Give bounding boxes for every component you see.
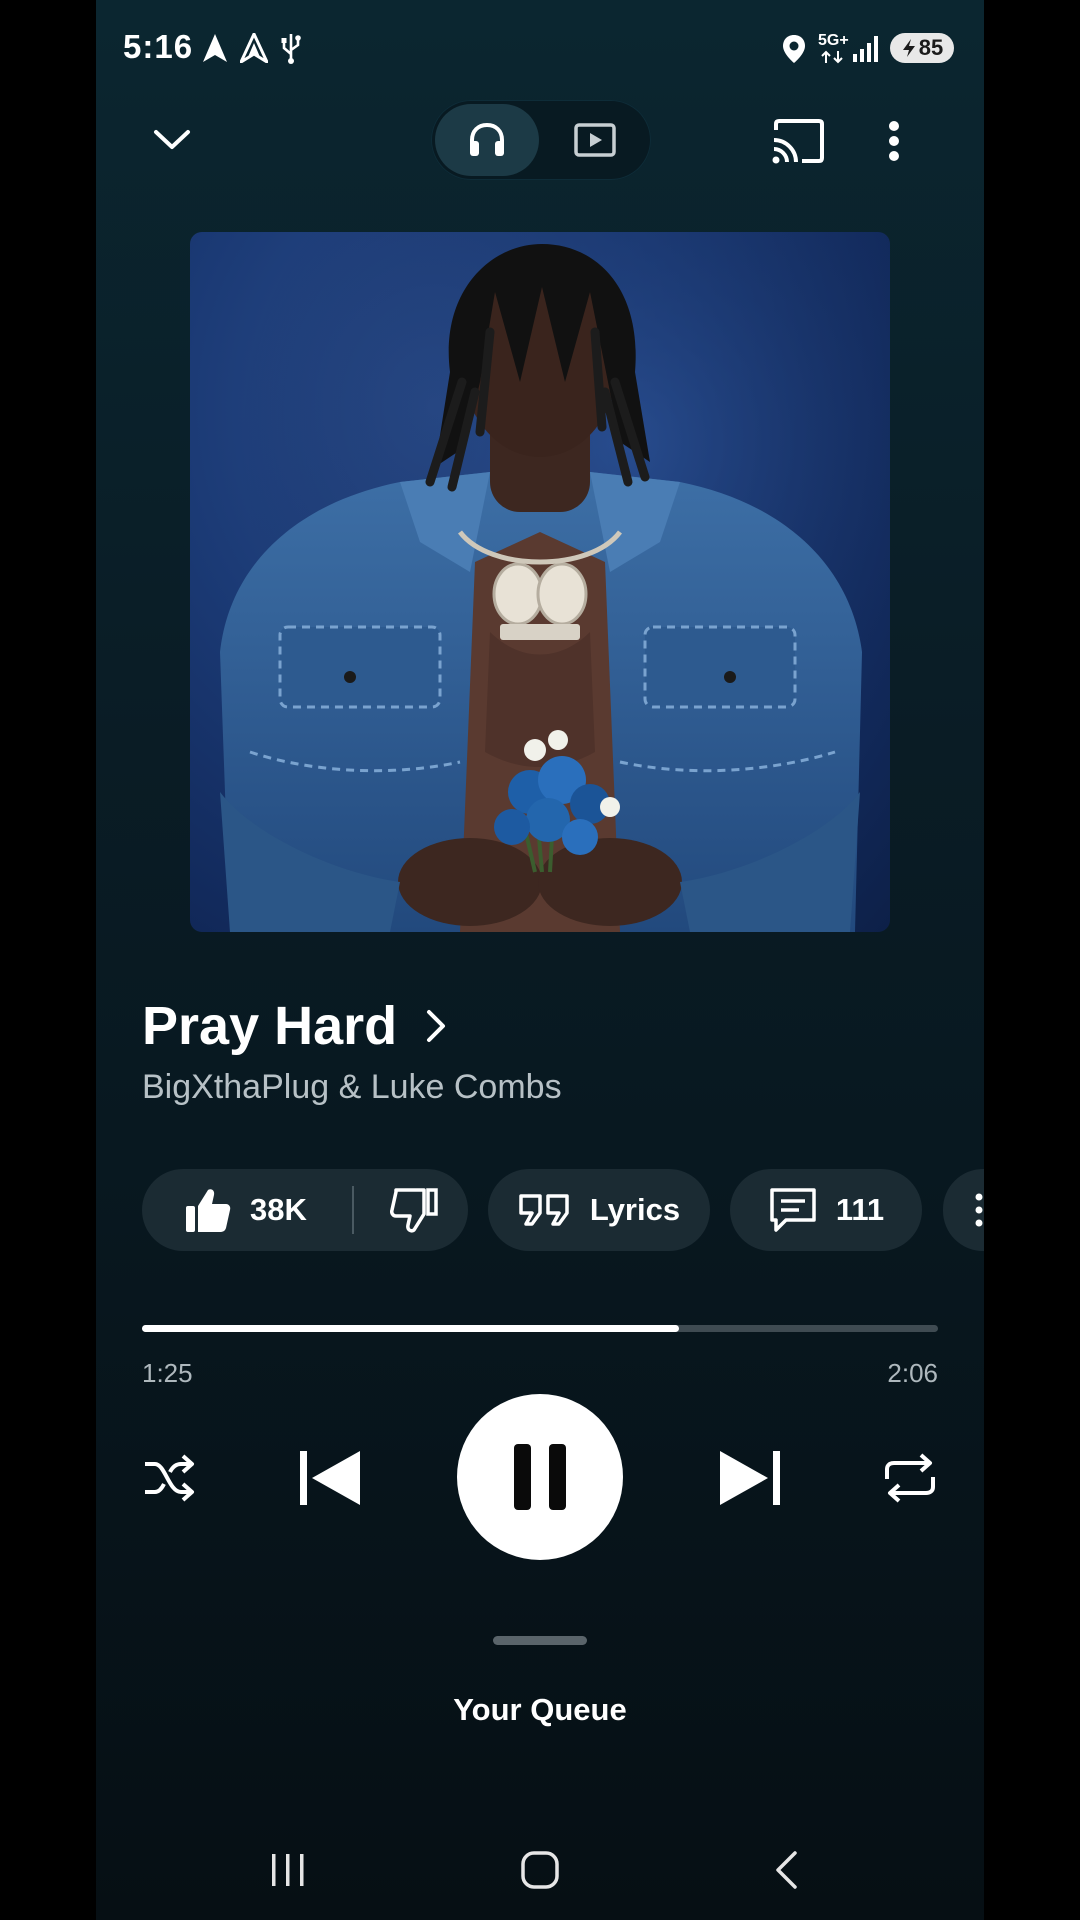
- elapsed-time: 1:25: [142, 1358, 193, 1388]
- navigation-double-arrow-icon: [240, 33, 268, 63]
- video-play-icon: [574, 123, 616, 157]
- play-pause-button[interactable]: [457, 1394, 623, 1560]
- shuffle-icon: [145, 1454, 194, 1502]
- network-type: 5G+: [818, 32, 849, 49]
- like-button[interactable]: 38K: [142, 1169, 364, 1251]
- repeat-button[interactable]: [880, 1448, 940, 1508]
- quote-icon: [519, 1194, 569, 1226]
- more-actions-chip[interactable]: [943, 1169, 984, 1251]
- album-artwork: [190, 232, 890, 932]
- battery-indicator: 85: [890, 33, 954, 63]
- queue-drag-handle[interactable]: [493, 1636, 587, 1645]
- comments-button[interactable]: 111: [730, 1169, 922, 1251]
- more-options-button[interactable]: [871, 112, 917, 170]
- progress-fill: [142, 1325, 679, 1332]
- data-arrows-icon: [821, 50, 843, 64]
- thumbs-up-icon: [186, 1189, 231, 1232]
- chevron-right-icon: [427, 1010, 446, 1042]
- comments-content: 111: [768, 1169, 884, 1251]
- chip-divider: [352, 1186, 354, 1234]
- status-time: 5:16: [123, 28, 194, 65]
- system-navigation-bar: [96, 1820, 984, 1920]
- comment-icon: [770, 1188, 816, 1232]
- song-title: Pray Hard: [142, 996, 398, 1056]
- recent-apps-icon: [272, 1854, 304, 1886]
- like-count: 38K: [250, 1192, 307, 1227]
- skip-previous-icon: [300, 1451, 360, 1505]
- navigation-arrow-icon: [203, 34, 227, 62]
- usb-icon: [281, 34, 301, 64]
- previous-button[interactable]: [294, 1444, 366, 1512]
- comment-count: 111: [835, 1192, 885, 1227]
- song-title-link[interactable]: Pray Hard: [142, 995, 447, 1057]
- music-player-screen: 5:16 5G+ 85 Pray Hard BigXthaPlug & Luke…: [96, 0, 984, 1920]
- headphones-icon: [470, 122, 504, 156]
- more-vert-icon: [889, 121, 899, 161]
- repeat-icon: [885, 1453, 935, 1503]
- home-icon: [521, 1851, 559, 1889]
- shuffle-button[interactable]: [140, 1448, 200, 1508]
- recent-apps-button[interactable]: [256, 1838, 320, 1902]
- song-artist[interactable]: BigXthaPlug & Luke Combs: [142, 1068, 562, 1107]
- home-button[interactable]: [508, 1838, 572, 1902]
- video-mode-button[interactable]: [543, 104, 647, 176]
- audio-mode-button[interactable]: [435, 104, 539, 176]
- back-button[interactable]: [754, 1838, 818, 1902]
- next-button[interactable]: [714, 1444, 786, 1512]
- lyrics-label: Lyrics: [589, 1192, 681, 1227]
- song-video-toggle: [431, 100, 651, 180]
- charging-bolt-icon: [902, 39, 915, 57]
- cast-button[interactable]: [764, 108, 830, 174]
- lyrics-button[interactable]: Lyrics: [488, 1169, 710, 1251]
- total-duration: 2:06: [887, 1358, 938, 1388]
- dislike-button[interactable]: [374, 1169, 454, 1251]
- lyrics-content: Lyrics: [518, 1169, 680, 1251]
- signal-strength-icon: [853, 36, 878, 62]
- cast-icon: [772, 119, 824, 164]
- chevron-down-icon: [154, 130, 190, 149]
- skip-next-icon: [720, 1451, 780, 1505]
- status-bar: 5:16 5G+ 85: [96, 0, 984, 96]
- pause-icon: [514, 1444, 566, 1510]
- progress-bar[interactable]: [142, 1325, 938, 1332]
- your-queue-tab[interactable]: Your Queue: [96, 1692, 984, 1728]
- more-vert-small-icon: [975, 1193, 983, 1227]
- back-chevron-icon: [776, 1851, 797, 1889]
- thumbs-down-icon: [390, 1188, 438, 1233]
- album-cover-image: [190, 232, 890, 932]
- minimize-player-button[interactable]: [140, 108, 204, 172]
- location-icon: [783, 35, 805, 63]
- like-dislike-chip: 38K: [142, 1169, 468, 1251]
- battery-level: 85: [918, 35, 944, 60]
